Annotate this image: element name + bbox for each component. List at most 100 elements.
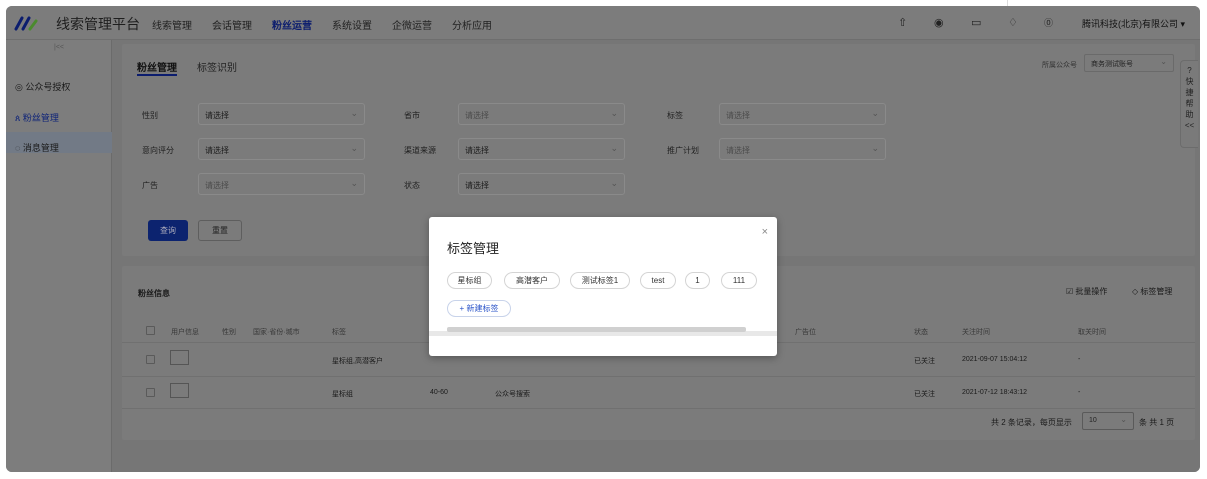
help-label-char: 帮 bbox=[1185, 99, 1194, 108]
nav-item-analytics[interactable]: 分析应用 bbox=[452, 17, 492, 32]
tab-active-indicator bbox=[137, 74, 177, 76]
select-value: 请选择 bbox=[726, 146, 750, 155]
select-value: 请选择 bbox=[465, 146, 489, 155]
section-title: 粉丝信息 bbox=[138, 289, 170, 298]
row-score: 40-60 bbox=[430, 389, 448, 396]
tag-chip[interactable]: 测试标签1 bbox=[570, 272, 630, 289]
query-button[interactable]: 查询 bbox=[148, 220, 188, 241]
filter-label: 标签 bbox=[667, 111, 683, 120]
bell-icon[interactable]: ♢ bbox=[1008, 16, 1018, 29]
row-unfollow-time: - bbox=[1078, 389, 1081, 396]
help-icon[interactable]: ⓪ bbox=[1044, 16, 1053, 29]
reset-button[interactable]: 重置 bbox=[198, 220, 242, 241]
quick-help-widget[interactable]: ? 快 捷 帮 助 << bbox=[1180, 60, 1198, 148]
row-checkbox[interactable] bbox=[146, 355, 155, 364]
tab-tag-recognition[interactable]: 标签识别 bbox=[197, 59, 237, 74]
chevron-down-icon: ⌄ bbox=[350, 143, 358, 153]
row-checkbox[interactable] bbox=[146, 388, 155, 397]
tag-chip[interactable]: 111 bbox=[721, 272, 757, 289]
tag-chip[interactable]: 星标组 bbox=[447, 272, 492, 289]
status-select[interactable]: 请选择 ⌄ bbox=[458, 173, 625, 195]
row-status: 已关注 bbox=[914, 391, 935, 398]
page-size-select[interactable]: 10 ⌄ bbox=[1082, 412, 1134, 430]
select-value: 请选择 bbox=[465, 181, 489, 190]
ad-select[interactable]: 请选择 ⌄ bbox=[198, 173, 365, 195]
upload-icon[interactable]: ⇧ bbox=[898, 16, 907, 29]
divider bbox=[122, 408, 1195, 409]
pagination-summary: 共 2 条记录，每页显示 bbox=[991, 418, 1072, 427]
batch-label: 批量操作 bbox=[1075, 287, 1108, 296]
user-icon: ጰ bbox=[15, 113, 21, 123]
divider bbox=[122, 376, 1195, 377]
chevron-down-icon: ⌄ bbox=[871, 108, 879, 118]
column-header: 国家·省份·城市 bbox=[253, 329, 300, 336]
column-header: 取关时间 bbox=[1078, 329, 1106, 336]
nav-item-leads[interactable]: 线索管理 bbox=[152, 17, 192, 32]
column-header: 标签 bbox=[332, 329, 346, 336]
company-name: 腾讯科技(北京)有限公司 bbox=[1082, 19, 1178, 29]
column-header: 广告位 bbox=[795, 329, 816, 336]
tag-chip[interactable]: test bbox=[640, 272, 676, 289]
chevron-down-icon: ⌄ bbox=[350, 178, 358, 188]
intent-select[interactable]: 请选择 ⌄ bbox=[198, 138, 365, 160]
tab-fans[interactable]: 粉丝管理 bbox=[137, 59, 177, 74]
chevron-down-icon: ⌄ bbox=[1120, 415, 1127, 424]
help-label-char: 捷 bbox=[1185, 88, 1194, 97]
campaign-select[interactable]: 请选择 ⌄ bbox=[719, 138, 886, 160]
row-tags: 星标组 bbox=[332, 391, 353, 398]
column-header: 状态 bbox=[914, 329, 928, 336]
help-label-char: 助 bbox=[1185, 110, 1194, 119]
target-icon: ◎ bbox=[15, 82, 23, 92]
row-channel: 公众号搜索 bbox=[495, 391, 530, 398]
chevron-down-icon: ⌄ bbox=[1160, 57, 1167, 66]
close-icon[interactable]: × bbox=[762, 226, 768, 238]
channel-select[interactable]: 请选择 ⌄ bbox=[458, 138, 625, 160]
filter-label: 推广计划 bbox=[667, 146, 699, 155]
chevron-down-icon: ⌄ bbox=[871, 143, 879, 153]
logo-icon bbox=[14, 16, 38, 31]
row-status: 已关注 bbox=[914, 358, 935, 365]
filter-label: 性别 bbox=[142, 111, 158, 120]
add-tag-button[interactable]: + 新建标签 bbox=[447, 300, 511, 317]
row-unfollow-time: - bbox=[1078, 356, 1081, 363]
horizontal-scrollbar[interactable] bbox=[447, 327, 746, 332]
filter-label: 渠道来源 bbox=[404, 146, 436, 155]
select-value: 请选择 bbox=[205, 146, 229, 155]
modal-title: 标签管理 bbox=[447, 241, 500, 256]
tag-chip[interactable]: 1 bbox=[685, 272, 710, 289]
main-nav: 线索管理 会话管理 粉丝运营 系统设置 企微运营 分析应用 bbox=[152, 17, 512, 32]
account-label: 所属公众号 bbox=[1042, 62, 1077, 69]
tag-select[interactable]: 请选择 ⌄ bbox=[719, 103, 886, 125]
filter-label: 意向评分 bbox=[142, 146, 174, 155]
sidebar-collapse-icon[interactable]: |<< bbox=[54, 44, 64, 51]
batch-action-button[interactable]: ☑ 批量操作 bbox=[1066, 286, 1107, 297]
pagination-suffix: 条 共 1 页 bbox=[1139, 418, 1175, 427]
province-select[interactable]: 请选择 ⌄ bbox=[458, 103, 625, 125]
sidebar-item-fans[interactable]: ጰ 粉丝管理 bbox=[15, 111, 59, 124]
sidebar-item-account-auth[interactable]: ◎ 公众号授权 bbox=[15, 80, 70, 93]
select-value: 请选择 bbox=[205, 181, 229, 190]
tag-manage-label: 标签管理 bbox=[1140, 287, 1173, 296]
book-icon[interactable]: ▭ bbox=[971, 16, 981, 29]
select-value: 请选择 bbox=[205, 111, 229, 120]
sidebar-item-messages[interactable]: ◌ 消息管理 bbox=[15, 141, 59, 154]
page-size-value: 10 bbox=[1089, 417, 1097, 424]
collapse-icon[interactable]: << bbox=[1181, 120, 1198, 131]
account-select[interactable]: 商务测试账号 ⌄ bbox=[1084, 54, 1174, 72]
feed-icon[interactable]: ◉ bbox=[934, 16, 944, 29]
tag-manage-button[interactable]: ◇ 标签管理 bbox=[1132, 286, 1172, 297]
chevron-down-icon: ⌄ bbox=[610, 143, 618, 153]
chevron-down-icon: ⌄ bbox=[610, 178, 618, 188]
nav-item-sessions[interactable]: 会话管理 bbox=[212, 17, 252, 32]
avatar bbox=[170, 350, 189, 365]
tag-chip[interactable]: 高潜客户 bbox=[504, 272, 560, 289]
company-switcher[interactable]: 腾讯科技(北京)有限公司 ▾ bbox=[1082, 17, 1185, 30]
nav-item-fans[interactable]: 粉丝运营 bbox=[272, 17, 312, 32]
select-value: 请选择 bbox=[465, 111, 489, 120]
gender-select[interactable]: 请选择 ⌄ bbox=[198, 103, 365, 125]
nav-item-wecom[interactable]: 企微运营 bbox=[392, 17, 432, 32]
avatar bbox=[170, 383, 189, 398]
nav-item-settings[interactable]: 系统设置 bbox=[332, 17, 372, 32]
chevron-down-icon: ▾ bbox=[1180, 19, 1186, 29]
select-all-checkbox[interactable] bbox=[146, 326, 155, 335]
